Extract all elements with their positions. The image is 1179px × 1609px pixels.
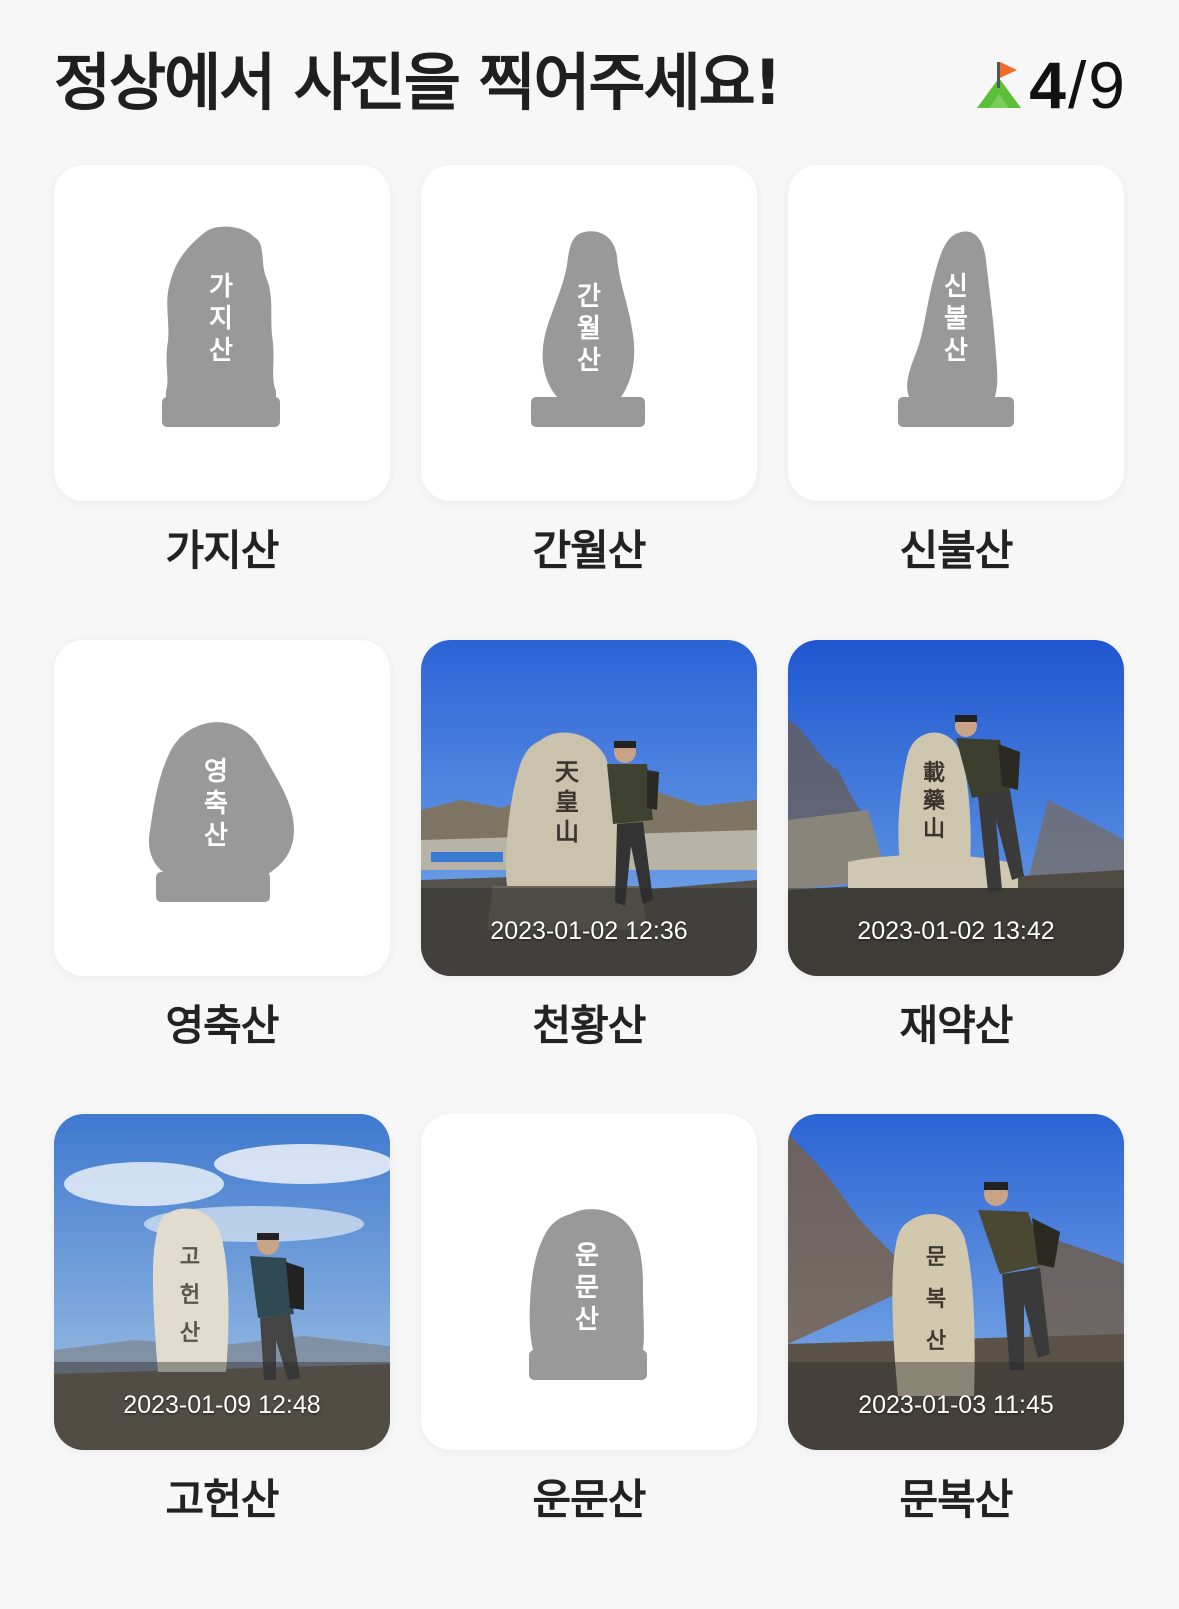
summit-stone-icon: 신 불 산 bbox=[898, 231, 1014, 427]
page-title: 정상에서 사진을 찍어주세요! bbox=[54, 46, 782, 119]
mountain-card-placeholder[interactable]: 운 문 산 bbox=[421, 1114, 757, 1450]
mountain-name: 운문산 bbox=[532, 1475, 647, 1524]
stone-char: 皇 bbox=[555, 787, 579, 816]
stone-char: 영 bbox=[204, 757, 228, 787]
stone-char: 간 bbox=[577, 282, 601, 312]
stone-char: 운 bbox=[575, 1241, 599, 1271]
mountain-cell[interactable]: 天 皇 山 2023-01-02 12:36 천황산 bbox=[421, 640, 757, 1054]
mountain-card-placeholder[interactable]: 간 월 산 bbox=[421, 165, 757, 501]
mountain-photo-card[interactable]: 載 藥 山 2023-01-02 13:42 bbox=[788, 640, 1124, 976]
mountain-name: 가지산 bbox=[165, 526, 280, 575]
mountain-cell[interactable]: 간 월 산 간월산 bbox=[421, 165, 757, 579]
mountain-cell[interactable]: 신 불 산 신불산 bbox=[788, 165, 1124, 579]
mountain-photo-card[interactable]: 天 皇 山 2023-01-02 12:36 bbox=[421, 640, 757, 976]
stone-char: 산 bbox=[577, 346, 601, 376]
mountain-name: 고헌산 bbox=[165, 1475, 280, 1524]
progress-total: 9 bbox=[1088, 48, 1125, 122]
mountain-photo-card[interactable]: 고 헌 산 2023-01-09 12:48 bbox=[54, 1114, 390, 1450]
stone-char: 山 bbox=[555, 817, 579, 846]
mountain-card-placeholder[interactable]: 신 불 산 bbox=[788, 165, 1124, 501]
stone-char: 산 bbox=[180, 1320, 200, 1346]
progress-count: 4 bbox=[1029, 48, 1066, 122]
stone-char: 산 bbox=[204, 821, 228, 851]
summit-stone-icon: 영 축 산 bbox=[148, 722, 294, 902]
progress-indicator: 4 / 9 bbox=[975, 40, 1125, 130]
stone-char: 산 bbox=[944, 336, 968, 366]
photo-timestamp: 2023-01-03 11:45 bbox=[858, 1391, 1054, 1419]
mountain-cell[interactable]: 고 헌 산 2023-01-09 12:48 고헌산 bbox=[54, 1114, 390, 1528]
summit-stone-icon: 간 월 산 bbox=[531, 231, 645, 427]
mountain-cell[interactable]: 영 축 산 영축산 bbox=[54, 640, 390, 1054]
stone-char: 복 bbox=[926, 1286, 946, 1312]
mountain-card-placeholder[interactable]: 가 지 산 bbox=[54, 165, 390, 501]
mountain-cell[interactable]: 載 藥 山 2023-01-02 13:42 재약산 bbox=[788, 640, 1124, 1054]
stone-char: 山 bbox=[923, 816, 945, 842]
stone-char: 문 bbox=[926, 1244, 946, 1270]
stone-char: 載 bbox=[923, 760, 945, 786]
stone-char: 월 bbox=[577, 314, 601, 344]
header: 정상에서 사진을 찍어주세요! 4 / 9 bbox=[54, 40, 1125, 130]
progress-separator: / bbox=[1067, 48, 1087, 122]
photo-timestamp: 2023-01-02 12:36 bbox=[490, 917, 688, 945]
mountain-name: 천황산 bbox=[532, 1001, 647, 1050]
mountain-name: 문복산 bbox=[899, 1475, 1014, 1524]
photo-timestamp: 2023-01-02 13:42 bbox=[857, 917, 1055, 945]
mountain-name: 영축산 bbox=[165, 1001, 280, 1050]
mountain-photo-card[interactable]: 문 복 산 2023-01-03 11:45 bbox=[788, 1114, 1124, 1450]
stone-char: 산 bbox=[575, 1305, 599, 1335]
stone-char: 가 bbox=[209, 272, 233, 302]
stone-char: 헌 bbox=[180, 1282, 200, 1308]
stone-char: 藥 bbox=[922, 788, 946, 814]
stone-char: 고 bbox=[180, 1244, 200, 1270]
mountain-name: 신불산 bbox=[899, 526, 1014, 575]
photo-timestamp: 2023-01-09 12:48 bbox=[123, 1391, 321, 1419]
mountain-cell[interactable]: 운 문 산 운문산 bbox=[421, 1114, 757, 1528]
summit-stone-icon: 운 문 산 bbox=[529, 1209, 647, 1380]
stone-char: 지 bbox=[209, 304, 233, 334]
stone-char: 불 bbox=[944, 304, 968, 334]
mountain-card-placeholder[interactable]: 영 축 산 bbox=[54, 640, 390, 976]
summit-stone-icon: 가 지 산 bbox=[162, 226, 280, 427]
mountain-cell[interactable]: 가 지 산 가지산 bbox=[54, 165, 390, 579]
stone-char: 산 bbox=[209, 336, 233, 366]
stone-char: 天 bbox=[555, 757, 579, 786]
stone-char: 신 bbox=[944, 272, 968, 302]
mountain-cell[interactable]: 문 복 산 2023-01-03 11:45 문복산 bbox=[788, 1114, 1124, 1528]
mountain-name: 재약산 bbox=[899, 1001, 1014, 1050]
stone-char: 산 bbox=[926, 1328, 946, 1354]
mountain-flag-icon bbox=[977, 62, 1022, 108]
stone-char: 축 bbox=[204, 789, 228, 819]
stone-char: 문 bbox=[575, 1273, 599, 1303]
mountain-name: 간월산 bbox=[532, 526, 647, 575]
